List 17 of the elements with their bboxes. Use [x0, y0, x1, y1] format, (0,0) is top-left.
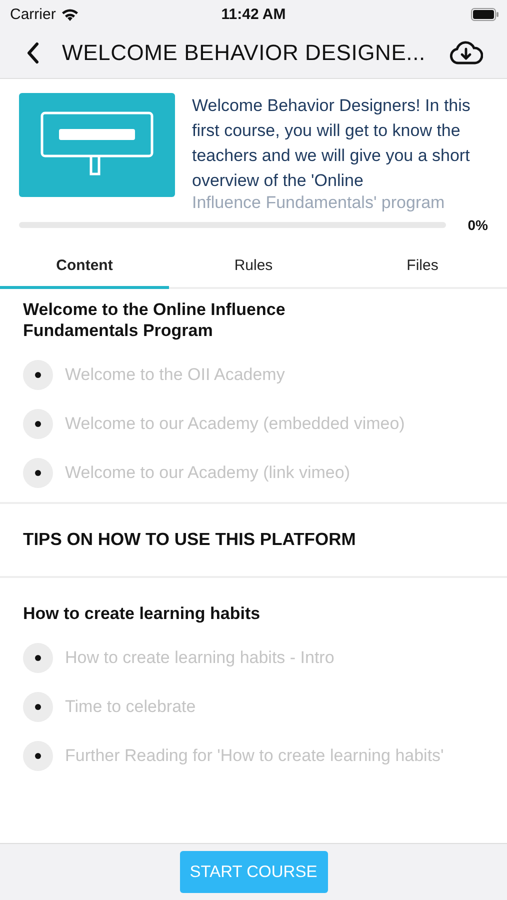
- start-course-button[interactable]: START COURSE: [180, 851, 328, 893]
- section-title: How to create learning habits: [23, 603, 262, 624]
- carrier-label: Carrier: [10, 6, 56, 22]
- wifi-icon: [60, 8, 79, 20]
- section-title: Welcome to the Online Influence Fundamentals Program: [23, 299, 286, 341]
- clock-time: 11:42 AM: [221, 6, 286, 22]
- tab[interactable]: Files: [338, 245, 507, 289]
- course-description: Welcome Behavior Designers! In this first course, you will get to know the teachers and we will give you a short overview of the 'Online: [192, 95, 472, 192]
- tab[interactable]: Content: [0, 245, 169, 289]
- page-title: WELCOME BEHAVIOR DESIGNE...: [62, 40, 426, 66]
- back-icon[interactable]: [26, 42, 40, 64]
- section-title: TIPS ON HOW TO USE THIS PLATFORM: [23, 529, 357, 550]
- cloud-download-icon[interactable]: [449, 41, 483, 65]
- tab[interactable]: Rules: [169, 245, 338, 289]
- battery-icon: [471, 8, 499, 20]
- course-description-faded: Influence Fundamentals' program: [192, 193, 446, 213]
- progress-label: 0%: [468, 217, 488, 233]
